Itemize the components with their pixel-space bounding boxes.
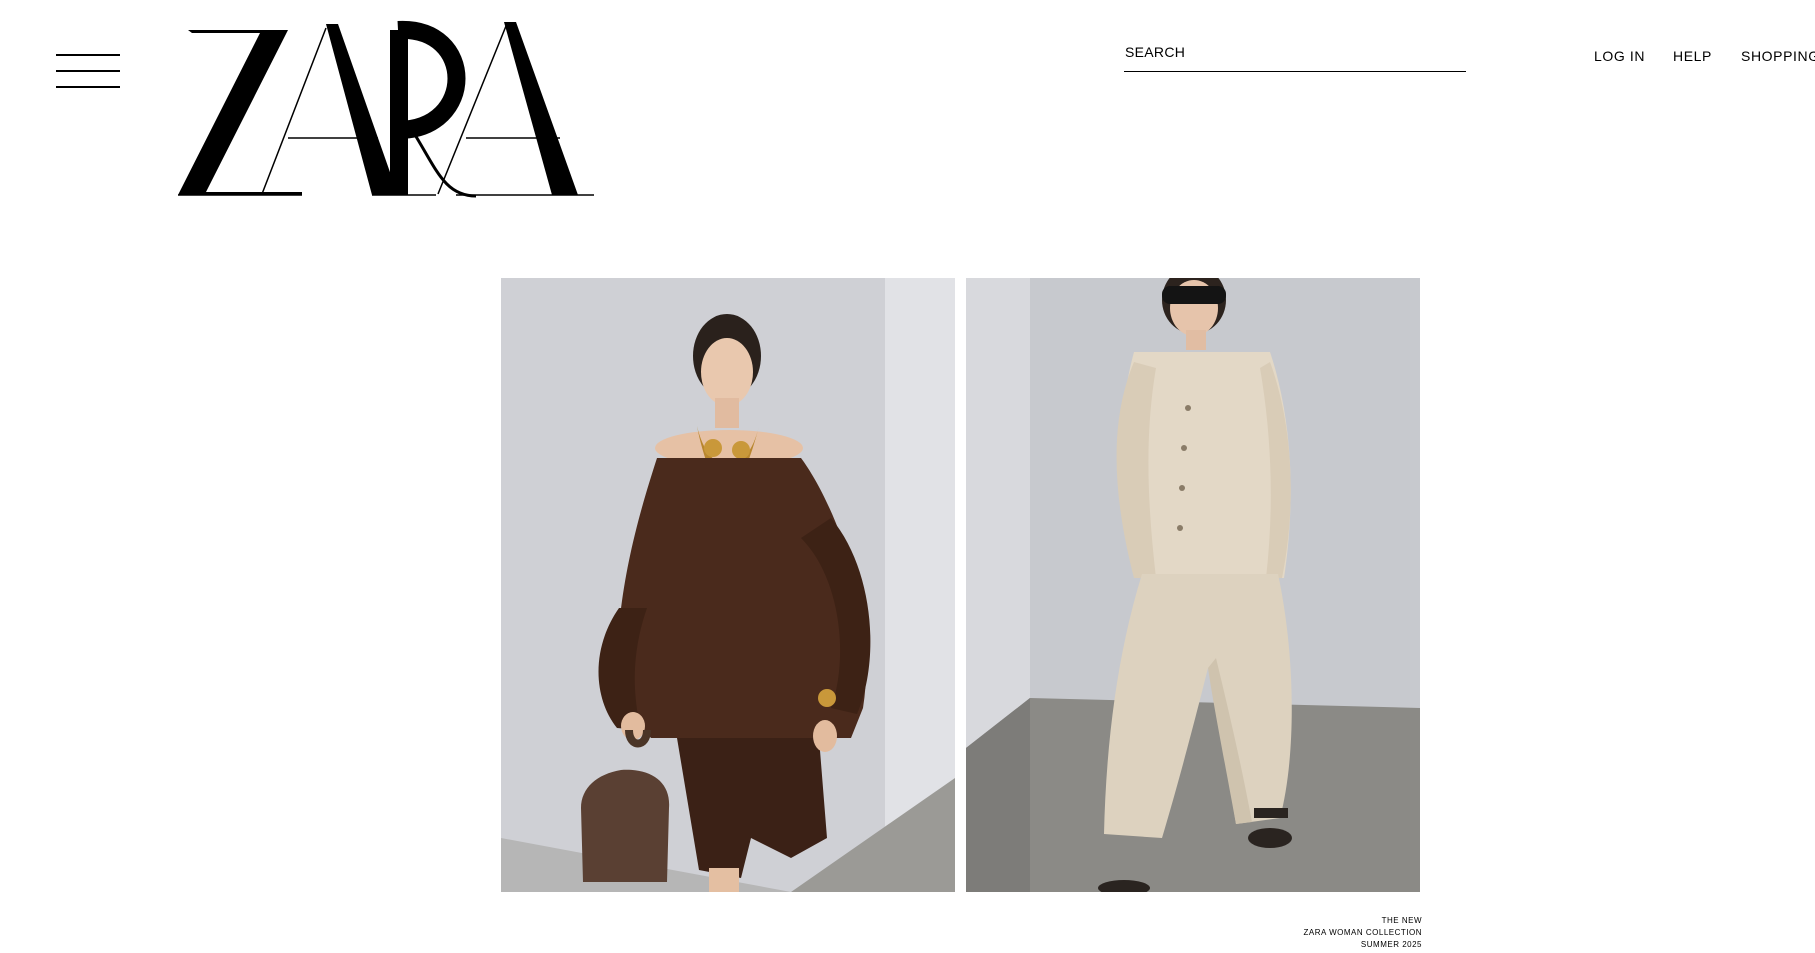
- hamburger-menu-icon[interactable]: [56, 54, 120, 88]
- menu-line: [56, 54, 120, 56]
- caption-line: ZARA WOMAN COLLECTION: [1303, 928, 1422, 937]
- brown-outfit-illustration: [501, 278, 955, 892]
- zara-logo[interactable]: [176, 18, 596, 198]
- model-linen-suit-photo[interactable]: [966, 278, 1420, 892]
- collection-caption: THE NEW ZARA WOMAN COLLECTION SUMMER 202…: [1303, 915, 1422, 951]
- menu-line: [56, 70, 120, 72]
- search-field[interactable]: SEARCH: [1124, 38, 1466, 72]
- caption-line: SUMMER 2025: [1360, 940, 1422, 949]
- nav-help-link[interactable]: HELP: [1673, 48, 1712, 64]
- linen-outfit-illustration: [966, 278, 1420, 892]
- caption-line: THE NEW: [1381, 916, 1422, 925]
- search-label: SEARCH: [1125, 44, 1186, 60]
- zara-logo-icon: [178, 20, 594, 198]
- model-brown-blouse-photo[interactable]: [501, 278, 955, 892]
- nav-shopping-link[interactable]: SHOPPING: [1741, 48, 1815, 64]
- menu-line: [56, 86, 120, 88]
- nav-login-link[interactable]: LOG IN: [1594, 48, 1645, 64]
